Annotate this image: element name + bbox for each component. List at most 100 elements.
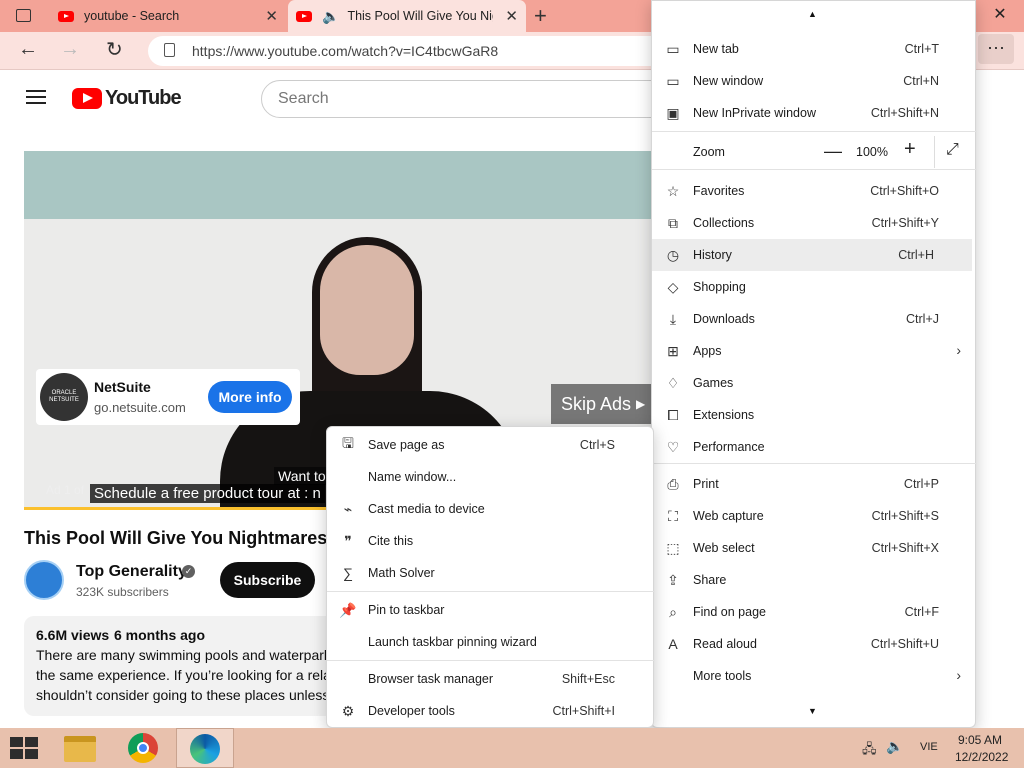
ad-card[interactable]: ORACLE NETSUITE NetSuite go.netsuite.com… bbox=[36, 369, 300, 425]
menu-separator bbox=[652, 463, 977, 464]
new-tab-plus-icon[interactable]: + bbox=[534, 3, 547, 29]
menu-item-find-on-page[interactable]: ⌕ Find on page Ctrl+F bbox=[652, 596, 977, 628]
menu-item-new-window[interactable]: ▭ New window Ctrl+N bbox=[652, 65, 977, 97]
menu-item-games[interactable]: ♢ Games bbox=[652, 367, 977, 399]
menu-item-shortcut: Ctrl+N bbox=[903, 74, 939, 88]
menu-item-share[interactable]: ⇪ Share bbox=[652, 564, 977, 596]
submenu-item-launch-taskbar-pinning-wizard[interactable]: Launch taskbar pinning wizard bbox=[327, 626, 655, 658]
tab-current-video[interactable]: 🔈 This Pool Will Give You Nightmares ✕ bbox=[288, 0, 526, 32]
scroll-down-icon[interactable]: ▼ bbox=[808, 706, 817, 716]
advertiser-logo: ORACLE NETSUITE bbox=[40, 373, 88, 421]
settings-more-icon[interactable]: ··· bbox=[978, 34, 1014, 64]
history-icon: ◷ bbox=[666, 246, 680, 263]
menu-item-shortcut: Ctrl+F bbox=[904, 605, 939, 619]
network-icon[interactable]: 🖧 bbox=[862, 740, 877, 762]
menu-item-label: Performance bbox=[693, 440, 765, 454]
submenu-item-math-solver[interactable]: ∑ Math Solver bbox=[327, 557, 655, 589]
volume-icon[interactable]: 🔈 bbox=[886, 738, 903, 755]
menu-item-history[interactable]: ◷ History Ctrl+H bbox=[652, 239, 972, 271]
language-indicator[interactable]: VIE bbox=[920, 741, 938, 753]
edge-taskbar-button[interactable] bbox=[176, 728, 234, 768]
forward-icon[interactable]: → bbox=[60, 38, 80, 61]
submenu-item-label: Browser task manager bbox=[368, 672, 494, 686]
video-frame-top bbox=[24, 151, 674, 219]
search-input[interactable]: Search bbox=[261, 80, 681, 118]
taskbar: 🖧 🔈 VIE 9:05 AM 12/2/2022 bbox=[0, 728, 1024, 768]
menu-item-label: History bbox=[693, 248, 732, 262]
submenu-item-save-page-as[interactable]: 🖫 Save page as Ctrl+S bbox=[327, 429, 655, 461]
submenu-separator bbox=[327, 591, 655, 592]
menu-item-shortcut: Ctrl+Shift+O bbox=[870, 184, 939, 198]
clock-date[interactable]: 12/2/2022 bbox=[955, 750, 1008, 764]
url-text: https://www.youtube.com/watch?v=IC4tbcwG… bbox=[192, 43, 499, 59]
quote-icon: ❞ bbox=[344, 532, 352, 549]
menu-separator bbox=[652, 131, 977, 132]
menu-item-label: Favorites bbox=[693, 184, 745, 198]
menu-item-label: Games bbox=[693, 376, 734, 390]
submenu-item-browser-task-manager[interactable]: Browser task manager Shift+Esc bbox=[327, 663, 655, 695]
address-bar[interactable]: https://www.youtube.com/watch?v=IC4tbcwG… bbox=[148, 36, 668, 66]
scroll-up-icon[interactable]: ▲ bbox=[808, 9, 817, 19]
back-icon[interactable]: ← bbox=[18, 38, 38, 61]
clock-time[interactable]: 9:05 AM bbox=[958, 733, 1002, 747]
menu-item-print[interactable]: ⎙ Print Ctrl+P bbox=[652, 468, 977, 500]
close-tab-icon[interactable]: ✕ bbox=[265, 7, 278, 25]
collections-icon: ⧉ bbox=[668, 214, 678, 231]
menu-item-shortcut: Ctrl+Shift+Y bbox=[871, 216, 939, 230]
menu-item-web-select[interactable]: ⬚ Web select Ctrl+Shift+X bbox=[652, 532, 977, 564]
menu-item-new-inprivate-window[interactable]: ▣ New InPrivate window Ctrl+Shift+N bbox=[652, 97, 977, 129]
fullscreen-icon[interactable] bbox=[934, 136, 935, 168]
skip-ads-button[interactable]: Skip Ads ▶ bbox=[551, 384, 651, 424]
close-tab-icon[interactable]: ✕ bbox=[505, 7, 518, 25]
start-button[interactable] bbox=[10, 737, 38, 759]
speaker-icon[interactable]: 🔈 bbox=[322, 8, 339, 25]
zoom-in-button[interactable]: + bbox=[904, 138, 916, 161]
refresh-icon[interactable]: ↻ bbox=[106, 37, 123, 62]
share-icon: ⇪ bbox=[667, 571, 679, 588]
channel-name[interactable]: Top Generality bbox=[76, 563, 187, 581]
find-icon: ⌕ bbox=[669, 603, 677, 620]
zoom-out-button[interactable]: — bbox=[824, 141, 842, 162]
menu-item-collections[interactable]: ⧉ Collections Ctrl+Shift+Y bbox=[652, 207, 977, 239]
shopping-tag-icon: ◇ bbox=[667, 278, 679, 295]
menu-item-downloads[interactable]: ⤓ Downloads Ctrl+J bbox=[652, 303, 977, 335]
more-info-button[interactable]: More info bbox=[208, 381, 292, 413]
menu-item-label: Read aloud bbox=[693, 637, 757, 651]
file-explorer-icon[interactable] bbox=[64, 736, 96, 762]
submenu-item-developer-tools[interactable]: ⚙ Developer tools Ctrl+Shift+I bbox=[327, 695, 655, 727]
submenu-item-name-window-[interactable]: Name window... bbox=[327, 461, 655, 493]
youtube-logo[interactable]: YouTube bbox=[72, 87, 182, 110]
fullscreen-button[interactable]: ⤢ bbox=[946, 141, 959, 159]
submenu-item-pin-to-taskbar[interactable]: 📌 Pin to taskbar bbox=[327, 594, 655, 626]
menu-item-label: Shopping bbox=[693, 280, 746, 294]
submenu-item-shortcut: Ctrl+Shift+I bbox=[552, 704, 615, 718]
subscribe-button[interactable]: Subscribe bbox=[220, 562, 315, 598]
hamburger-menu-icon[interactable] bbox=[26, 90, 46, 104]
menu-item-favorites[interactable]: ☆ Favorites Ctrl+Shift+O bbox=[652, 175, 977, 207]
search-placeholder: Search bbox=[278, 90, 329, 107]
menu-item-web-capture[interactable]: ⛶ Web capture Ctrl+Shift+S bbox=[652, 500, 977, 532]
apps-icon: ⊞ bbox=[667, 342, 679, 359]
youtube-logo-text: YouTube bbox=[105, 87, 182, 109]
menu-item-apps[interactable]: ⊞ Apps › bbox=[652, 335, 977, 367]
submenu-item-cast-media-to-device[interactable]: ⌁ Cast media to device bbox=[327, 493, 655, 525]
submenu-item-cite-this[interactable]: ❞ Cite this bbox=[327, 525, 655, 557]
submenu-item-shortcut: Ctrl+S bbox=[579, 438, 615, 452]
logo-line2: NETSUITE bbox=[49, 397, 79, 403]
submenu-item-label: Launch taskbar pinning wizard bbox=[368, 635, 537, 649]
menu-item-new-tab[interactable]: ▭ New tab Ctrl+T bbox=[652, 33, 977, 65]
menu-item-more-tools[interactable]: More tools › bbox=[652, 660, 977, 692]
chrome-icon[interactable] bbox=[128, 733, 158, 763]
window-close-button[interactable]: ✕ bbox=[976, 0, 1024, 32]
pin-icon: 📌 bbox=[339, 601, 357, 618]
tab-actions-icon[interactable] bbox=[16, 9, 31, 22]
menu-item-shopping[interactable]: ◇ Shopping bbox=[652, 271, 977, 303]
edge-icon bbox=[190, 734, 220, 764]
menu-item-extensions[interactable]: ⧠ Extensions bbox=[652, 399, 977, 431]
menu-item-performance[interactable]: ♡ Performance bbox=[652, 431, 977, 463]
download-icon: ⤓ bbox=[669, 310, 677, 327]
channel-avatar[interactable] bbox=[24, 560, 64, 600]
menu-item-read-aloud[interactable]: A Read aloud Ctrl+Shift+U bbox=[652, 628, 977, 660]
tab-youtube-search[interactable]: youtube - Search ✕ bbox=[50, 0, 286, 32]
lock-icon[interactable] bbox=[164, 43, 175, 57]
